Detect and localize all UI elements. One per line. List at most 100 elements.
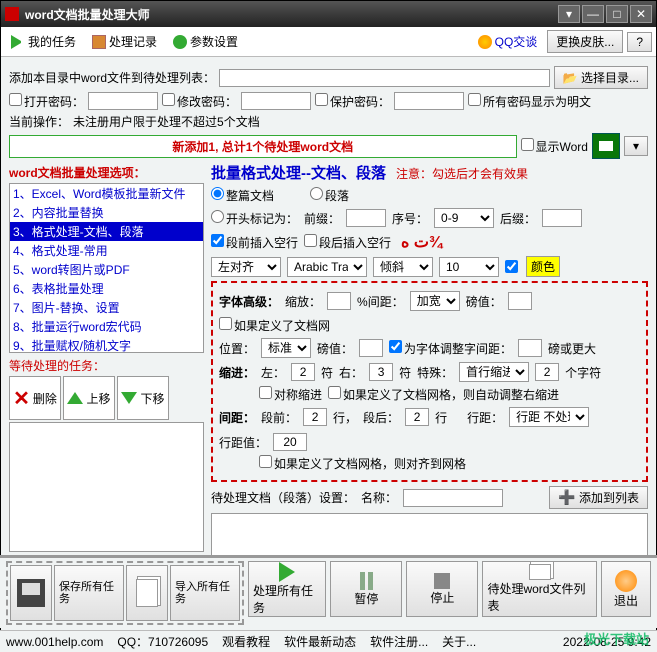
suffix-input[interactable] (542, 209, 582, 227)
scale-input[interactable] (327, 292, 351, 310)
option-item[interactable]: 6、表格批量处理 (10, 279, 203, 298)
pending-list-button[interactable]: 待处理word文件列表 (482, 561, 597, 617)
paragraph-radio[interactable]: 段落 (310, 187, 349, 204)
add-to-list-button[interactable]: ➕ 添加到列表 (549, 486, 648, 509)
maximize-button[interactable]: □ (606, 5, 628, 23)
import-all-label-button[interactable]: 导入所有任务 (170, 565, 240, 621)
modify-pwd-input[interactable] (241, 92, 311, 110)
tree-icon (173, 35, 187, 49)
options-title: word文档批量处理选项： (9, 164, 204, 181)
option-item[interactable]: 7、图片-替换、设置 (10, 298, 203, 317)
delete-button[interactable]: ✕删除 (9, 376, 61, 420)
process-all-button[interactable]: 处理所有任务 (248, 561, 326, 617)
settings-tab[interactable]: 参数设置 (167, 31, 244, 52)
linedist-select[interactable]: 行距 不处理 (509, 407, 589, 427)
bottom-bar: 保存所有任务 导入所有任务 处理所有任务 暂停 停止 待处理word文件列表 退… (0, 555, 657, 628)
pending-title: 等待处理的任务： (9, 357, 204, 374)
color-check[interactable] (505, 260, 518, 273)
adjust-spacing-check[interactable]: 为字体调整字间距： (389, 340, 512, 357)
align-select[interactable]: 左对齐 (211, 257, 281, 277)
dropdown-button[interactable]: ▾ (624, 136, 648, 156)
insert-after-check[interactable]: 段后插入空行 (304, 234, 391, 251)
close-button[interactable]: ✕ (630, 5, 652, 23)
option-item[interactable]: 4、格式处理-常用 (10, 241, 203, 260)
fontstyle-select[interactable]: 倾斜 (373, 257, 433, 277)
import-all-button[interactable] (126, 565, 168, 621)
color-button[interactable]: 颜色 (526, 256, 560, 277)
pound2-input[interactable] (359, 339, 383, 357)
options-list[interactable]: 1、Excel、Word模板批量新文件 2、内容批量替换 3、格式处理-文档、段… (9, 183, 204, 353)
pound-input[interactable] (508, 292, 532, 310)
move-up-button[interactable]: 上移 (63, 376, 115, 420)
stop-button[interactable]: 停止 (406, 561, 478, 617)
skin-button[interactable]: 更换皮肤... (547, 30, 623, 53)
protect-pwd-check[interactable]: 保护密码： (315, 93, 390, 110)
show-word-check[interactable]: 显示Word (521, 138, 588, 155)
tool-button[interactable]: ▾ (558, 5, 580, 23)
protect-pwd-input[interactable] (394, 92, 464, 110)
name-input[interactable] (403, 489, 503, 507)
my-tasks-tab[interactable]: 我的任务 (5, 31, 82, 52)
before-input[interactable] (303, 408, 327, 426)
play-icon (279, 562, 295, 582)
select-dir-button[interactable]: 📂 选择目录... (554, 66, 648, 89)
minimize-button[interactable]: — (582, 5, 604, 23)
window-title: word文档批量处理大师 (25, 6, 556, 23)
register-link[interactable]: 软件注册... (370, 633, 428, 650)
add-dir-label: 添加本目录中word文件到待处理列表： (9, 69, 215, 86)
option-item-selected[interactable]: 3、格式处理-文档、段落 (10, 222, 203, 241)
move-down-button[interactable]: 下移 (117, 376, 169, 420)
option-item[interactable]: 5、word转图片或PDF (10, 260, 203, 279)
about-link[interactable]: 关于... (442, 633, 476, 650)
pause-icon (360, 572, 373, 590)
start-mark-radio[interactable]: 开头标记为： (211, 210, 298, 227)
news-link[interactable]: 软件最新动态 (284, 633, 356, 650)
pending-tasks-list[interactable] (9, 422, 204, 552)
grid-align-check[interactable]: 如果定义了文档网格，则对齐到网格 (259, 455, 466, 472)
website-link[interactable]: www.001help.com (6, 635, 103, 649)
position-select[interactable]: 标准 (261, 338, 311, 358)
save-all-label-button[interactable]: 保存所有任务 (54, 565, 124, 621)
spacing-select[interactable]: 加宽 (410, 291, 460, 311)
app-icon (5, 7, 19, 21)
save-icon-button[interactable] (592, 133, 620, 159)
doclist-icon (529, 564, 551, 580)
left-input[interactable] (291, 363, 315, 381)
modify-pwd-check[interactable]: 修改密码： (162, 93, 237, 110)
open-pwd-check[interactable]: 打开密码： (9, 93, 84, 110)
right-input[interactable] (369, 363, 393, 381)
fontsize-select[interactable]: 10 (439, 257, 499, 277)
arrow-icon (11, 35, 25, 49)
pause-button[interactable]: 暂停 (330, 561, 402, 617)
option-item[interactable]: 2、内容批量替换 (10, 203, 203, 222)
special-num-input[interactable] (535, 363, 559, 381)
sym-indent-check[interactable]: 对称缩进 (259, 386, 322, 403)
special-select[interactable]: 首行缩进 (459, 362, 529, 382)
adjust-input[interactable] (518, 339, 542, 357)
option-item[interactable]: 9、批量赋权/随机文字 (10, 336, 203, 353)
qq-link[interactable]: QQ：710726095 (117, 633, 208, 650)
grid-auto-check[interactable]: 如果定义了文档网格，则自动调整右缩进 (328, 386, 559, 403)
option-item[interactable]: 8、批量运行word宏代码 (10, 317, 203, 336)
insert-before-check[interactable]: 段前插入空行 (211, 234, 298, 251)
records-tab[interactable]: 处理记录 (86, 31, 163, 52)
seqno-select[interactable]: 0-9 (434, 208, 494, 228)
tutorial-link[interactable]: 观看教程 (222, 633, 270, 650)
stop-icon (434, 573, 450, 589)
open-pwd-input[interactable] (88, 92, 158, 110)
qq-chat-button[interactable]: QQ交谈 (472, 31, 544, 52)
option-item[interactable]: 1、Excel、Word模板批量新文件 (10, 184, 203, 203)
prefix-input[interactable] (346, 209, 386, 227)
after-input[interactable] (405, 408, 429, 426)
show-plain-check[interactable]: 所有密码显示为明文 (468, 93, 591, 110)
font-select[interactable]: Arabic Traditional (287, 257, 367, 277)
arrow-down-icon (121, 392, 137, 404)
help-button[interactable]: ? (627, 32, 652, 52)
linedist-input[interactable] (273, 433, 307, 451)
doc-icon (136, 579, 158, 607)
if-defined-check[interactable]: 如果定义了文档网 (219, 317, 330, 334)
dir-input[interactable] (219, 69, 550, 87)
save-all-button[interactable] (10, 565, 52, 621)
exit-button[interactable]: 退出 (601, 561, 651, 617)
whole-doc-radio[interactable]: 整篇文档 (211, 187, 274, 204)
